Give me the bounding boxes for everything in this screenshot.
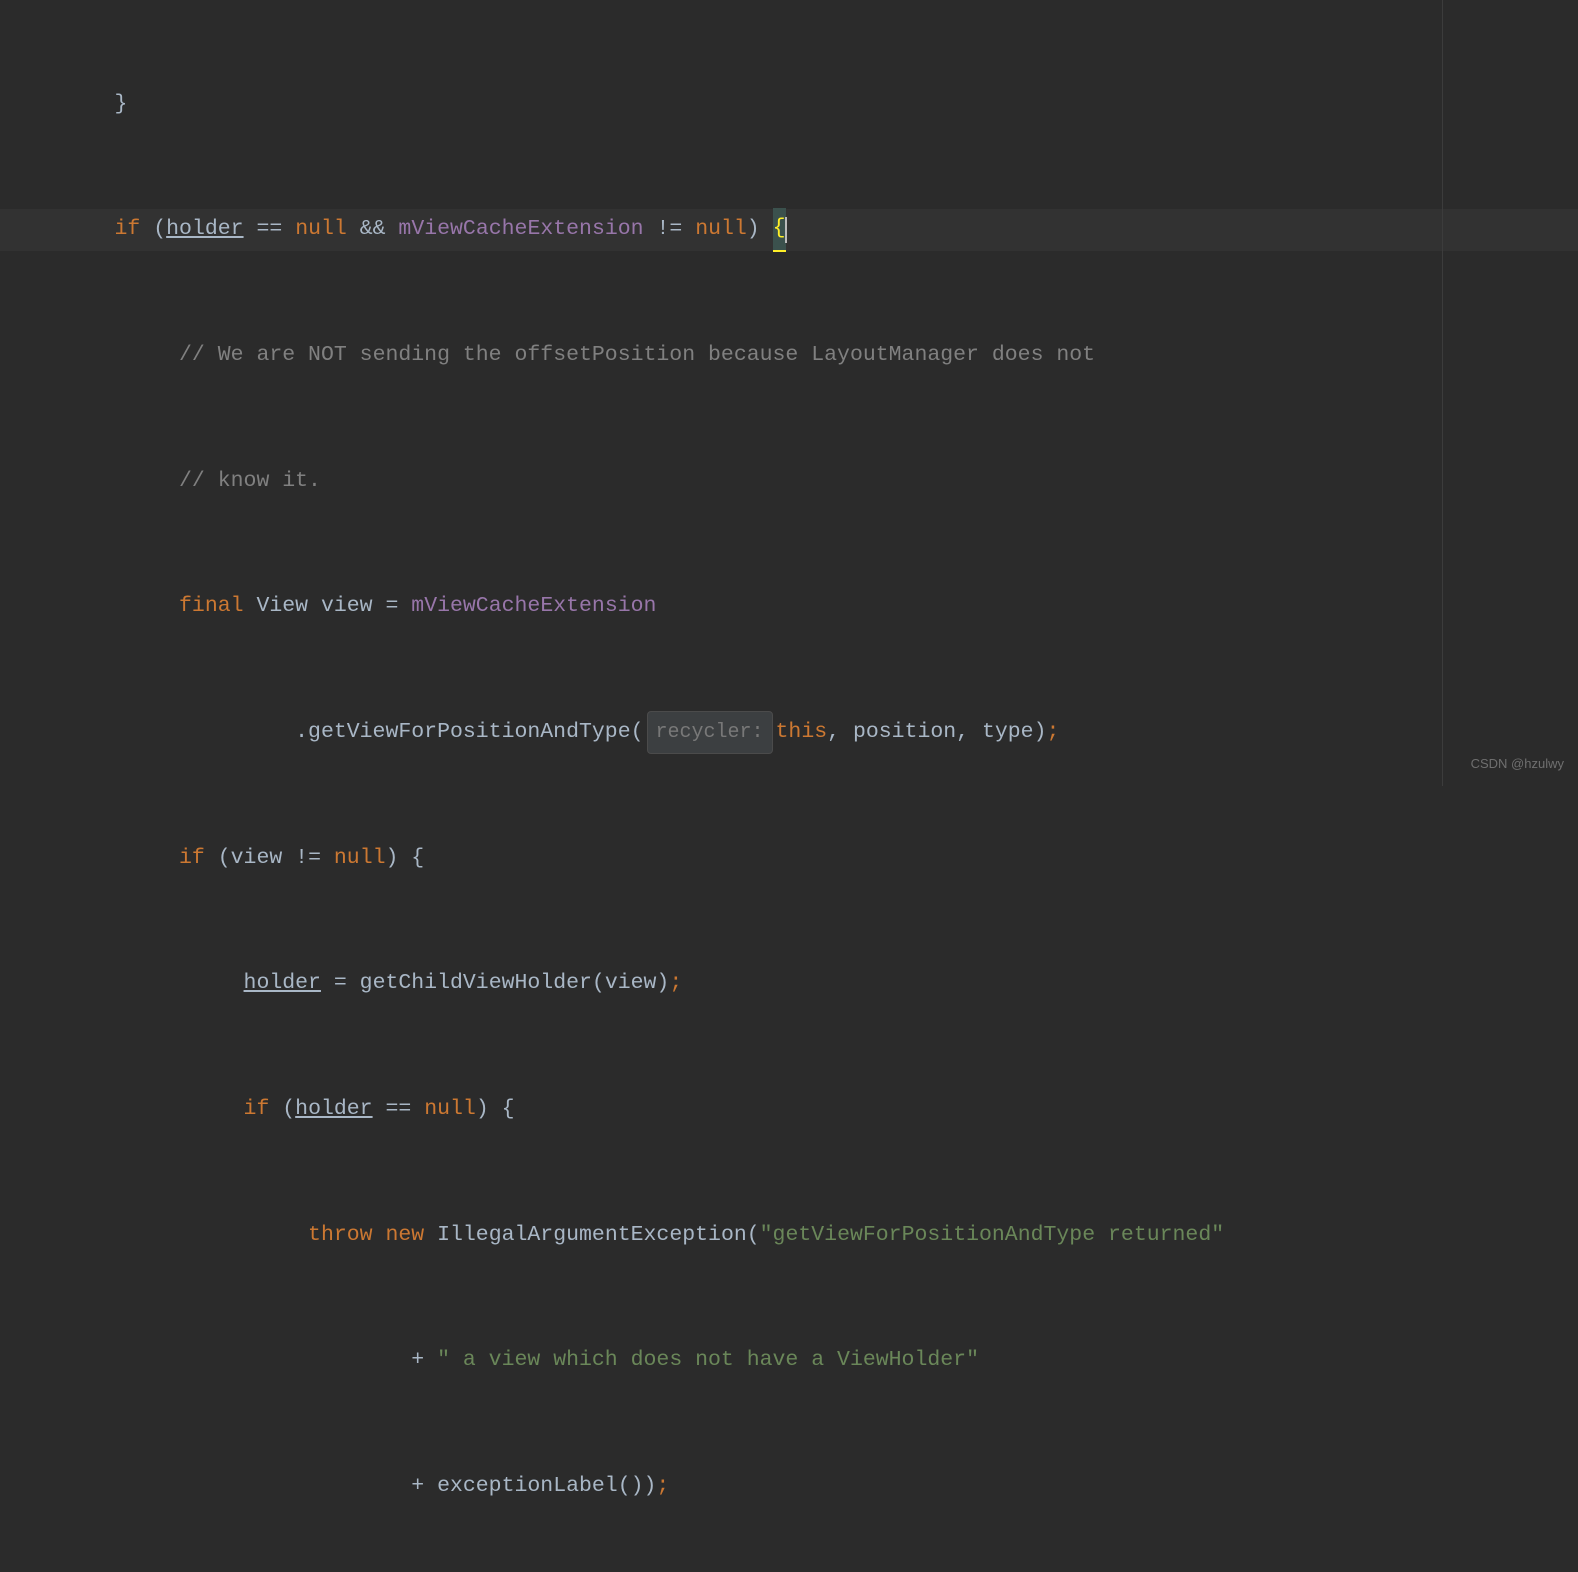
code-line: throw new IllegalArgumentException("getV… (0, 1215, 1578, 1257)
code-line: // know it. (0, 461, 1578, 503)
code-line-current: if (holder == null && mViewCacheExtensio… (0, 209, 1578, 251)
code-line: if (view != null) { (0, 838, 1578, 880)
code-line: final View view = mViewCacheExtension (0, 586, 1578, 628)
editor-ruler (1442, 0, 1443, 786)
text-caret (785, 217, 787, 243)
parameter-hint: recycler: (647, 711, 773, 754)
code-line: if (holder == null) { (0, 1089, 1578, 1131)
code-line: } (0, 84, 1578, 126)
code-line: .getViewForPositionAndType(recycler:this… (0, 712, 1578, 754)
code-line: holder = getChildViewHolder(view); (0, 963, 1578, 1005)
code-line: // We are NOT sending the offsetPosition… (0, 335, 1578, 377)
code-line: + exceptionLabel()); (0, 1466, 1578, 1508)
watermark-text: CSDN @hzulwy (1471, 751, 1564, 776)
code-editor[interactable]: } if (holder == null && mViewCacheExtens… (0, 0, 1578, 1572)
code-line: + " a view which does not have a ViewHol… (0, 1340, 1578, 1382)
